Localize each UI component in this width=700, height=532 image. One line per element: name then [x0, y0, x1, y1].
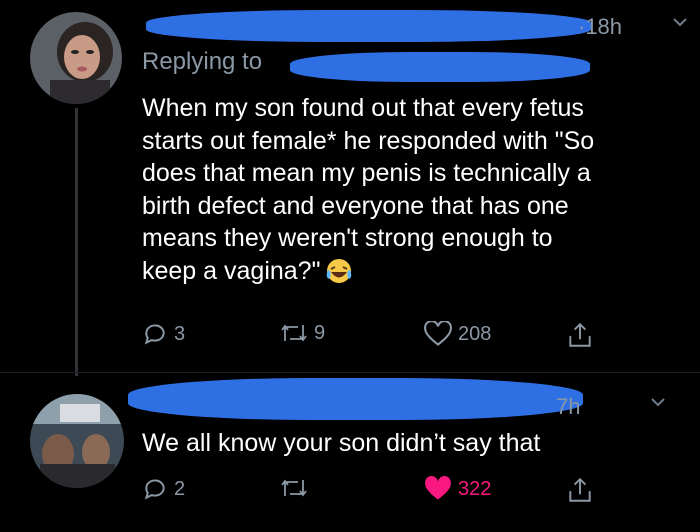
chevron-down-icon[interactable] [650, 394, 666, 415]
retweet-icon [281, 324, 307, 342]
retweet-icon [281, 479, 307, 497]
reply-count: 3 [174, 322, 186, 345]
retweet-button[interactable]: 9 [280, 321, 325, 345]
thread-line [75, 108, 78, 376]
share-button[interactable] [567, 476, 593, 504]
tweet-text-content: When my son found out that every fetus s… [142, 94, 595, 285]
tweet-text: When my son found out that every fetus s… [142, 92, 682, 293]
reply-button[interactable]: 2 [142, 476, 185, 502]
tweet-text: We all know your son didn’t say that [142, 429, 541, 457]
tweet-actions: 2 322 [142, 476, 612, 508]
replying-to-label: Replying to [142, 48, 263, 75]
reply-icon [144, 324, 165, 345]
share-button[interactable] [567, 321, 593, 349]
like-button[interactable]: 208 [424, 321, 491, 347]
retweet-count: 9 [314, 321, 326, 344]
share-icon [569, 477, 591, 502]
name-redaction [128, 378, 583, 420]
tweet-time: 7h [556, 394, 581, 419]
reply-button[interactable]: 3 [142, 321, 185, 347]
share-icon [569, 322, 591, 347]
tweet-1: ·18h Replying to When my son found out t… [0, 0, 700, 376]
heart-filled-icon [425, 476, 451, 500]
like-count: 322 [458, 477, 492, 500]
handle-redaction [290, 52, 590, 82]
reply-icon [144, 479, 165, 500]
reply-count: 2 [174, 477, 186, 500]
tweet-time: ·18h [578, 14, 623, 39]
heart-icon [424, 321, 452, 346]
tweet-actions: 3 9 208 [142, 321, 612, 353]
like-button[interactable]: 322 [424, 476, 491, 502]
tweet-2: 7h We all know your son didn’t say that … [0, 372, 700, 532]
avatar[interactable] [30, 394, 124, 488]
like-count: 208 [458, 322, 492, 345]
chevron-down-icon[interactable] [672, 14, 688, 35]
laughing-emoji-icon [324, 257, 354, 294]
name-redaction [146, 10, 591, 42]
retweet-button[interactable] [280, 476, 314, 500]
avatar[interactable] [30, 12, 122, 104]
